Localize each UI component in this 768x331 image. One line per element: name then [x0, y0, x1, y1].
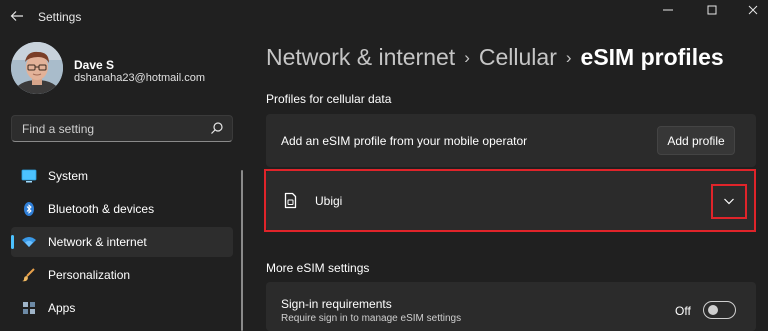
signin-title: Sign-in requirements [281, 297, 392, 311]
avatar[interactable] [11, 42, 63, 94]
profile-highlight [264, 169, 756, 232]
breadcrumb-cellular[interactable]: Cellular [479, 44, 557, 70]
user-email: dshanaha23@hotmail.com [74, 72, 206, 84]
breadcrumb-separator: › [565, 48, 572, 67]
sidebar-item-system[interactable]: System [11, 161, 233, 191]
maximize-button[interactable] [704, 4, 720, 20]
sidebar-item-personalization[interactable]: Personalization [11, 260, 233, 290]
search-box[interactable] [11, 115, 233, 142]
minimize-button[interactable] [660, 4, 676, 20]
sidebar-item-label: System [48, 169, 89, 183]
chevron-down-icon[interactable] [722, 196, 736, 206]
sidebar-item-apps[interactable]: Apps [11, 293, 233, 323]
toggle-knob [708, 305, 718, 315]
breadcrumb-network[interactable]: Network & internet [266, 44, 455, 70]
sidebar-item-network[interactable]: Network & internet [11, 227, 233, 257]
user-photo-icon [11, 42, 63, 94]
sidebar-item-bluetooth[interactable]: Bluetooth & devices [11, 194, 233, 224]
back-button[interactable] [10, 9, 26, 25]
breadcrumb-separator: › [464, 48, 470, 67]
sidebar-scrollbar[interactable] [241, 170, 243, 331]
active-indicator [11, 235, 14, 249]
signin-description: Require sign in to manage eSIM settings [281, 313, 462, 324]
toggle-state-label: Off [675, 304, 691, 318]
app-title: Settings [38, 10, 82, 24]
apps-icon [23, 302, 35, 314]
maximize-icon [707, 5, 717, 15]
user-name: Dave S [74, 58, 115, 72]
bluetooth-icon [24, 202, 34, 216]
add-profile-description: Add an eSIM profile from your mobile ope… [281, 134, 528, 148]
close-button[interactable] [745, 4, 761, 20]
brush-icon [22, 268, 35, 282]
signin-toggle[interactable] [703, 301, 736, 319]
sidebar-item-label: Apps [48, 301, 76, 315]
close-icon [748, 5, 758, 15]
breadcrumb: Network & internet › Cellular › eSIM profile… [266, 44, 724, 71]
sidebar-item-label: Personalization [48, 268, 131, 282]
profiles-section-heading: Profiles for cellular data [266, 92, 392, 106]
wifi-icon [22, 237, 36, 247]
page-title: eSIM profiles [580, 44, 724, 70]
minimize-icon [663, 9, 673, 11]
search-input[interactable] [12, 116, 202, 141]
title-bar: Settings [0, 0, 768, 34]
monitor-icon [21, 169, 37, 183]
more-settings-heading: More eSIM settings [266, 261, 370, 275]
sidebar-item-label: Network & internet [48, 235, 147, 249]
arrow-left-icon [10, 11, 23, 21]
sidebar-item-label: Bluetooth & devices [48, 202, 155, 216]
add-profile-button[interactable]: Add profile [657, 126, 735, 155]
search-icon[interactable] [210, 121, 224, 135]
